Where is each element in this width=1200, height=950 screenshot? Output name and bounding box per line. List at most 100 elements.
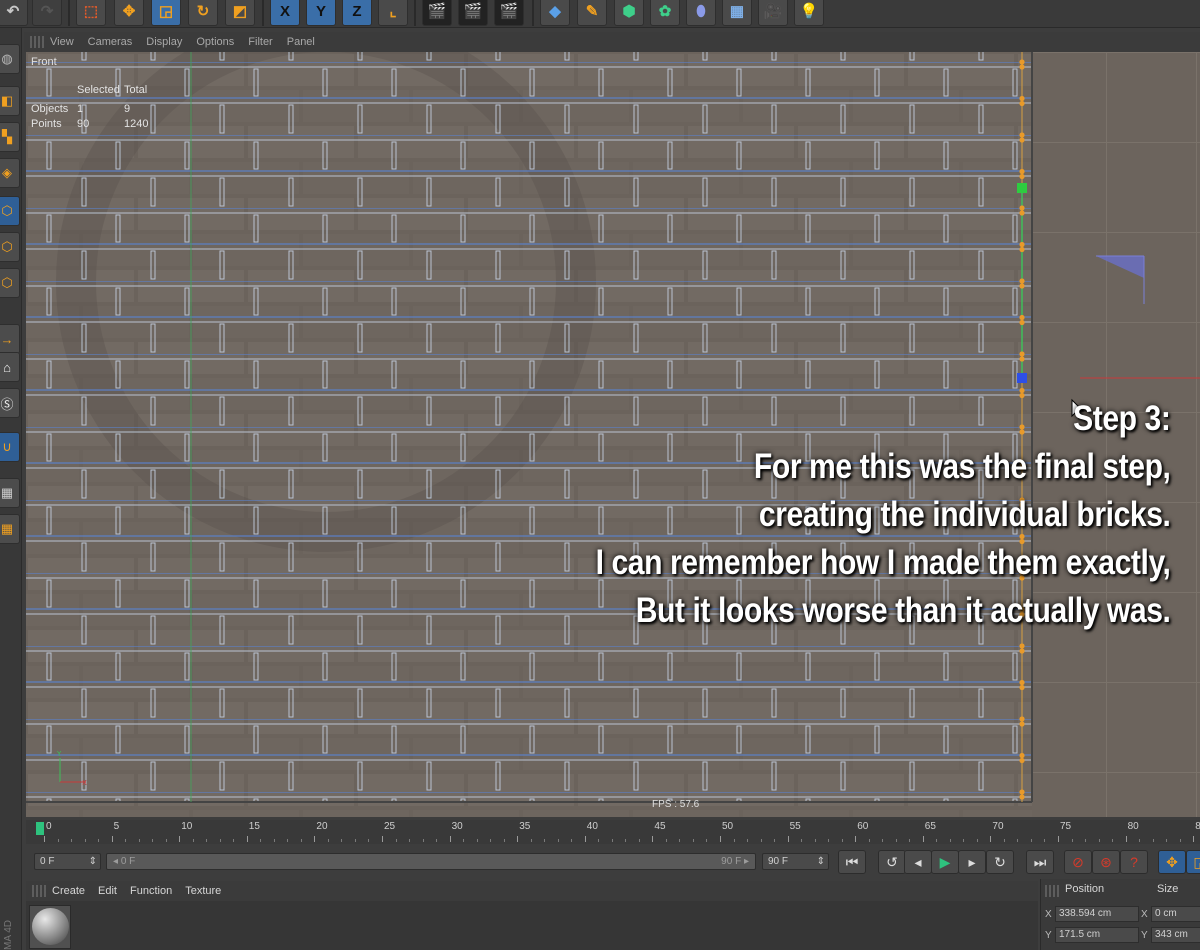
add-camera-button[interactable]: 🎥 <box>758 0 788 26</box>
select-tool-button[interactable]: ⬚ <box>76 0 106 26</box>
add-array-button[interactable]: ✿ <box>650 0 680 26</box>
timeline-tick <box>855 836 857 842</box>
scale-tool-button[interactable]: ◲ <box>151 0 181 26</box>
step-forward-icon: ▸ <box>968 853 976 870</box>
undo-button[interactable]: ↶ <box>0 0 28 26</box>
goto-start-button[interactable]: ⏮ <box>838 850 866 874</box>
record-position-button[interactable]: ✥ <box>1158 850 1186 874</box>
snap-button[interactable]: ∪ <box>0 432 20 462</box>
step-back-icon: ◂ <box>914 853 922 870</box>
previous-frame-button[interactable]: ◂ <box>904 850 932 874</box>
points-mode-button[interactable]: ⬡ <box>0 196 20 226</box>
timeline-tick <box>787 836 789 842</box>
add-floor-button[interactable]: ▦ <box>722 0 752 26</box>
polygons-mode-icon: ⬡ <box>1 275 13 290</box>
add-nurbs-button[interactable]: ⬢ <box>614 0 644 26</box>
fps-readout: FPS : 57.6 <box>652 799 700 810</box>
menu-filter[interactable]: Filter <box>248 36 272 48</box>
workplane-lock-button[interactable]: ▦ <box>0 478 20 508</box>
move-tool-button[interactable]: ✥ <box>114 0 144 26</box>
record-keys-button[interactable]: ⊘ <box>1064 850 1092 874</box>
point-handle <box>1019 757 1025 764</box>
goto-end-button[interactable]: ⏭ <box>1026 850 1054 874</box>
y-axis-button[interactable]: Y <box>306 0 336 26</box>
coordinate-system-button[interactable]: ⌞ <box>378 0 408 26</box>
next-key-button[interactable]: ↻ <box>986 850 1014 874</box>
tweak-mode-button[interactable]: ⌂ <box>0 352 20 382</box>
timeline-tick <box>422 839 424 842</box>
timeline-tick <box>544 839 546 842</box>
record-scale-button[interactable]: ◲ <box>1186 850 1200 874</box>
planar-workplane-button[interactable]: ▦ <box>0 514 20 544</box>
autokey-button[interactable]: ⊛ <box>1092 850 1120 874</box>
model-mode-button[interactable]: ◧ <box>0 86 20 116</box>
timeline-tick <box>801 839 803 842</box>
move-key-icon: ✥ <box>1166 853 1178 870</box>
z-axis-button[interactable]: Z <box>342 0 372 26</box>
size-y-field[interactable]: 343 cm <box>1151 927 1200 943</box>
menu-cameras[interactable]: Cameras <box>88 36 133 48</box>
timeline-tick <box>530 839 532 842</box>
add-cube-button[interactable]: ◆ <box>540 0 570 26</box>
menu-edit[interactable]: Edit <box>98 885 117 897</box>
play-button[interactable]: ▶ <box>931 850 959 874</box>
rotate-tool-button[interactable]: ↻ <box>188 0 218 26</box>
x-axis-button[interactable]: X <box>270 0 300 26</box>
last-tool-button[interactable]: ◩ <box>225 0 255 26</box>
next-frame-button[interactable]: ▸ <box>958 850 986 874</box>
polygons-mode-button[interactable]: ⬡ <box>0 268 20 298</box>
size-header: Size <box>1157 883 1179 895</box>
solo-button[interactable]: Ⓢ <box>0 388 20 418</box>
menu-view[interactable]: View <box>50 36 74 48</box>
menu-function[interactable]: Function <box>130 885 172 897</box>
point-handle <box>1019 246 1025 253</box>
size-x-field[interactable]: 0 cm <box>1151 906 1200 922</box>
timeline-tick <box>125 839 127 842</box>
make-editable-button[interactable]: ◍ <box>0 44 20 74</box>
workplane-mode-button[interactable]: ◈ <box>0 158 20 188</box>
point-handle <box>1019 59 1025 65</box>
redo-button[interactable]: ↷ <box>32 0 62 26</box>
menu-options[interactable]: Options <box>196 36 234 48</box>
points-mode-icon: ⬡ <box>1 203 13 218</box>
previous-key-button[interactable]: ↺ <box>878 850 906 874</box>
range-left-arrow-icon: ◂ <box>113 856 119 867</box>
keyframe-selection-button[interactable]: ? <box>1120 850 1148 874</box>
axis-mode-button[interactable]: → <box>0 324 20 354</box>
render-settings-button[interactable]: 🎬 <box>494 0 524 26</box>
material-swatch[interactable] <box>29 905 71 949</box>
scale-icon: ◲ <box>158 3 174 20</box>
render-view-button[interactable]: 🎬 <box>422 0 452 26</box>
timeline-playhead[interactable] <box>36 822 44 835</box>
viewport-label[interactable]: Front <box>31 56 57 68</box>
add-light-button[interactable]: 💡 <box>794 0 824 26</box>
point-handle <box>1019 168 1025 175</box>
add-spline-button[interactable]: ✎ <box>577 0 607 26</box>
position-y-field[interactable]: 171.5 cm <box>1055 927 1139 943</box>
timeline-tick <box>692 839 694 842</box>
edges-mode-button[interactable]: ⬡ <box>0 232 20 262</box>
stepper-icon: ⇕ <box>88 856 97 867</box>
start-frame-field[interactable]: 0 F ⇕ <box>34 853 101 870</box>
menu-texture[interactable]: Texture <box>185 885 221 897</box>
menu-display[interactable]: Display <box>146 36 182 48</box>
deformer-icon: ⬮ <box>696 2 706 20</box>
point-handle <box>1019 648 1025 654</box>
timeline-tick <box>287 839 289 842</box>
menu-create[interactable]: Create <box>52 885 85 897</box>
timeline-tick-label: 45 <box>654 821 666 832</box>
render-picture-viewer-button[interactable]: 🎬 <box>458 0 488 26</box>
timeline-tick <box>44 836 45 842</box>
menu-panel[interactable]: Panel <box>287 36 315 48</box>
timeline-ruler[interactable]: 0 5 10 15 20 25 30 35 40 45 50 55 60 65 70 75 80 85 <box>26 820 1200 844</box>
stats-points-total: 1240 <box>124 118 149 130</box>
position-x-value: 338.594 cm <box>1059 908 1112 919</box>
texture-mode-button[interactable]: ▚ <box>0 122 20 152</box>
stats-header-selected: Selected <box>77 84 120 96</box>
position-x-field[interactable]: 338.594 cm <box>1055 906 1139 922</box>
preview-range-slider[interactable]: ◂ 0 F 90 F ▸ <box>106 853 756 870</box>
add-deformer-button[interactable]: ⬮ <box>686 0 716 26</box>
end-frame-field[interactable]: 90 F ⇕ <box>762 853 829 870</box>
timeline-tick <box>706 839 708 842</box>
caption-line-1: Step 3: <box>1072 399 1171 438</box>
